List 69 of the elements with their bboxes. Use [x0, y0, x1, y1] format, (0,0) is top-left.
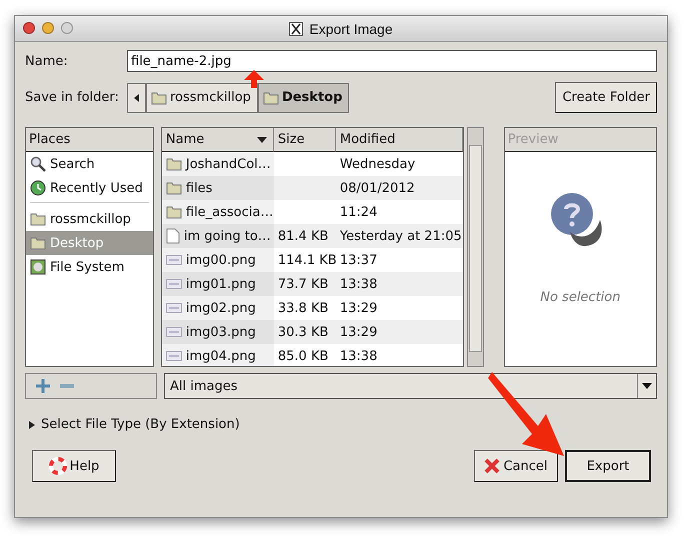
image-thumbnail-icon — [166, 302, 182, 314]
preview-header: Preview — [504, 128, 656, 152]
window-title: Export Image — [309, 20, 393, 36]
create-folder-button[interactable]: Create Folder — [555, 82, 657, 113]
modified-cell: 13:38 — [336, 272, 463, 296]
zoom-button[interactable] — [61, 22, 73, 34]
modified-cell: 13:29 — [336, 320, 463, 344]
file-size-cell: 30.3 KB — [274, 320, 336, 344]
image-thumbnail-icon — [166, 326, 182, 338]
folder-icon — [262, 90, 279, 104]
cancel-button[interactable]: Cancel — [474, 450, 558, 482]
image-thumbnail-icon — [166, 278, 182, 290]
file-type-dropdown[interactable]: All images — [164, 373, 657, 399]
column-header[interactable]: Name — [162, 128, 274, 152]
folder-icon — [151, 90, 167, 104]
folder-icon — [30, 236, 46, 250]
place-item[interactable]: Recently Used — [26, 176, 153, 200]
file-name-cell[interactable]: im going to… — [162, 224, 274, 248]
file-type-expander[interactable]: Select File Type (By Extension) — [25, 417, 657, 432]
file-size-cell: 81.4 KB — [274, 224, 336, 248]
annotation-arrow — [244, 70, 264, 88]
image-thumbnail-icon — [166, 350, 182, 362]
file-name-cell[interactable]: img00.png — [162, 248, 274, 272]
name-label: Name: — [25, 54, 69, 68]
folder-icon — [166, 157, 182, 171]
no-selection-text: No selection — [540, 290, 620, 305]
left-arrow-icon — [134, 94, 139, 102]
add-icon[interactable] — [36, 379, 50, 393]
path-button[interactable]: rossmckillop — [146, 82, 258, 112]
close-button[interactable] — [23, 22, 35, 34]
place-item[interactable]: File System — [26, 255, 153, 279]
file-name-cell[interactable]: files — [162, 176, 274, 200]
path-button[interactable]: Desktop — [258, 82, 350, 112]
scrollbar[interactable] — [466, 127, 484, 367]
image-thumbnail-icon — [166, 254, 182, 266]
clock-icon — [30, 180, 46, 196]
places-header: Places — [26, 128, 153, 152]
folder-icon — [166, 181, 182, 195]
file-name-cell[interactable]: file_associa… — [162, 200, 274, 224]
folder-icon — [30, 212, 46, 226]
file-name-cell[interactable]: img02.png — [162, 296, 274, 320]
file-name-cell[interactable]: img03.png — [162, 320, 274, 344]
place-item[interactable]: rossmckillop — [26, 207, 153, 231]
expander-arrow-icon — [29, 420, 35, 428]
x11-icon — [289, 22, 304, 36]
lifebuoy-icon — [48, 457, 67, 475]
save-in-folder-label: Save in folder: — [25, 90, 120, 105]
file-name-cell[interactable]: JoshandCol… — [162, 152, 274, 176]
drive-icon — [30, 259, 46, 275]
file-name-cell[interactable]: img01.png — [162, 272, 274, 296]
column-header[interactable]: Size — [274, 128, 336, 152]
cancel-icon — [484, 458, 500, 474]
sort-descending-icon — [256, 136, 267, 142]
name-field[interactable]: file_name-2.jpg — [127, 50, 657, 72]
document-icon — [166, 228, 180, 244]
scroll-left-button[interactable] — [127, 82, 146, 112]
file-name-cell[interactable]: img04.png — [162, 344, 274, 366]
row-stripe — [274, 176, 336, 200]
modified-cell: 08/01/2012 — [336, 176, 463, 200]
help-button[interactable]: Help — [32, 450, 116, 482]
column-header[interactable]: Modified — [336, 128, 463, 152]
search-icon — [30, 156, 46, 172]
place-item[interactable]: Search — [26, 152, 153, 176]
folder-icon — [166, 205, 182, 219]
caret-icon — [642, 383, 652, 389]
modified-cell: Yesterday at 21:05 — [336, 224, 463, 248]
file-size-cell: 73.7 KB — [274, 272, 336, 296]
export-button[interactable]: Export — [565, 450, 651, 482]
minimize-button[interactable] — [42, 22, 54, 34]
